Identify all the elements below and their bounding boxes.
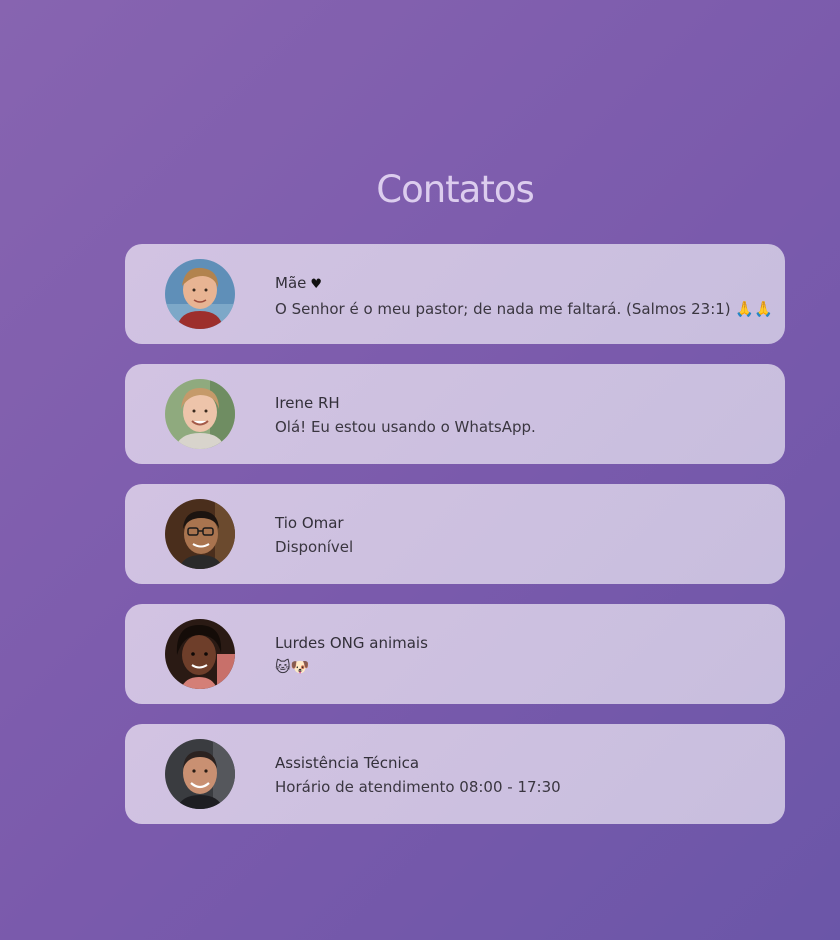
contact-text: Tio Omar Disponível [275,511,765,559]
contact-status: Olá! Eu estou usando o WhatsApp. [275,418,536,436]
contact-name: Irene RH [275,394,340,412]
avatar-woman-short-hair-icon [165,259,235,329]
contact-name: Tio Omar [275,514,344,532]
avatar [165,739,235,809]
avatar [165,259,235,329]
contact-text: Lurdes ONG animais 🐱🐶 [275,631,765,679]
contact-name: Mãe ♥ [275,271,765,297]
avatar-woman-smiling-icon [165,379,235,449]
contact-card-irene-rh[interactable]: Irene RH Olá! Eu estou usando o WhatsApp… [125,364,785,464]
contact-card-mae[interactable]: Mãe ♥ O Senhor é o meu pastor; de nada me… [125,244,785,344]
avatar-man-bald-icon [165,739,235,809]
avatar-woman-dark-hair-icon [165,619,235,689]
contact-status: Horário de atendimento 08:00 - 17:30 [275,778,561,796]
contact-name: Assistência Técnica [275,754,420,772]
contact-text: Assistência Técnica Horário de atendimen… [275,751,765,799]
contact-name: Lurdes ONG animais [275,634,428,652]
heart-icon: ♥ [310,277,323,292]
contact-list: Mãe ♥ O Senhor é o meu pastor; de nada me… [125,244,785,844]
contact-text: Irene RH Olá! Eu estou usando o WhatsApp… [275,391,765,439]
contact-card-lurdes-ong-animais[interactable]: Lurdes ONG animais 🐱🐶 [125,604,785,704]
contact-text: Mãe ♥ O Senhor é o meu pastor; de nada me… [275,271,773,321]
contact-status: O Senhor é o meu pastor; de nada me falt… [275,300,773,318]
contact-status: 🐱🐶 [275,658,310,676]
avatar [165,499,235,569]
contact-name-text: Mãe [275,274,307,292]
page-title: Contatos [376,168,535,211]
avatar-man-glasses-icon [165,499,235,569]
avatar [165,379,235,449]
avatar [165,619,235,689]
contact-card-tio-omar[interactable]: Tio Omar Disponível [125,484,785,584]
contact-card-assistencia-tecnica[interactable]: Assistência Técnica Horário de atendimen… [125,724,785,824]
contact-status: Disponível [275,538,354,556]
